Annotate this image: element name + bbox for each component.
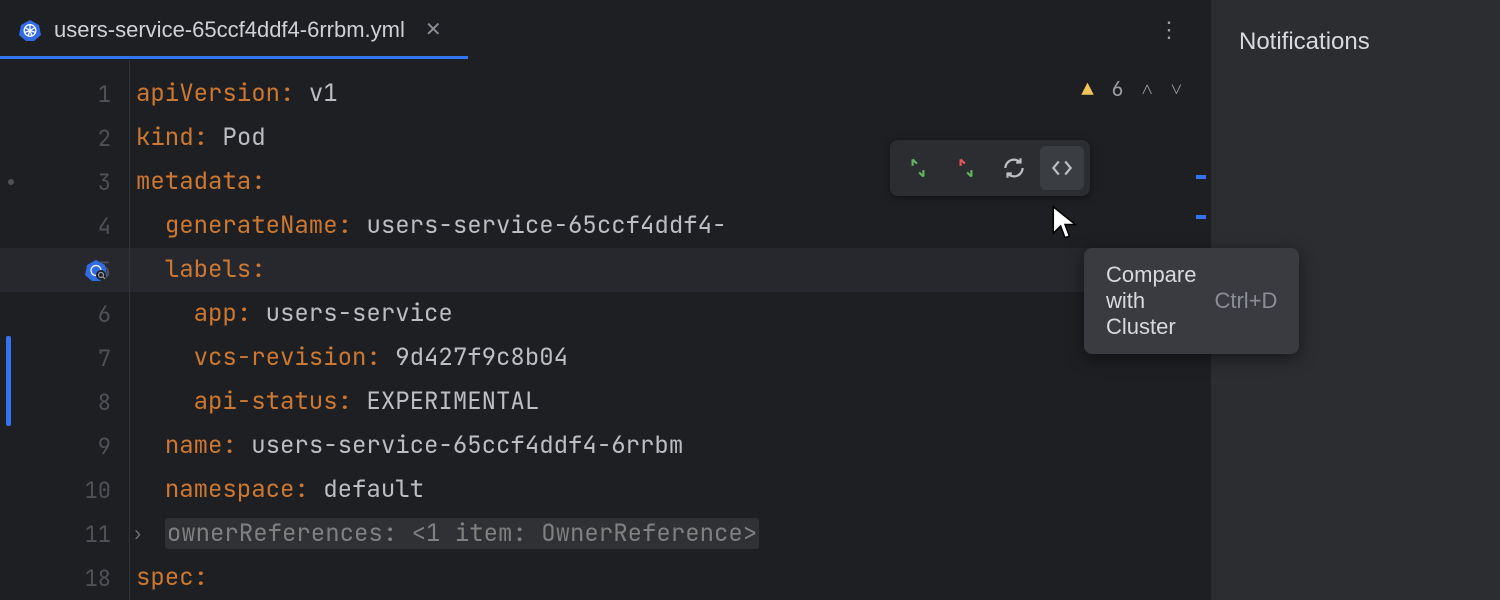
yaml-key: generateName [165,210,338,241]
code-line[interactable]: vcs-revision: 9d427f9c8b04 [130,336,1210,380]
line-number: 7 [98,344,111,373]
line-number: 3 [98,168,111,197]
code-area[interactable]: apiVersion: v1 kind: Pod metadata: gener… [130,60,1210,600]
tab-more-menu[interactable]: ⋮ [1146,9,1194,51]
yaml-key: namespace [165,474,295,505]
yaml-value: default [323,474,424,505]
gutter-line[interactable]: 9 [0,424,129,468]
code-line[interactable]: generateName: users-service-65ccf4ddf4- [130,204,1210,248]
code-line[interactable]: spec: [130,556,1210,600]
gutter: 1 2 3 4 5 6 7 8 9 10 11› 18 [0,60,130,600]
yaml-key: apiVersion [136,78,280,109]
yaml-key: name [165,430,223,461]
scroll-mark [1196,215,1206,219]
gutter-line[interactable]: 4 [0,204,129,248]
inspection-widget[interactable]: ▲ 6 ˄ ˅ [1081,76,1182,102]
code-line[interactable]: apiVersion: v1 [130,72,1210,116]
gutter-line[interactable]: 3 [0,160,129,204]
refresh-button[interactable] [992,146,1036,190]
kubernetes-line-icon[interactable] [84,258,108,282]
gutter-line[interactable]: 1 [0,72,129,116]
gutter-line[interactable]: 5 [0,248,129,292]
close-tab-button[interactable]: ✕ [417,13,450,46]
yaml-key: ownerReferences [167,518,383,549]
pull-from-cluster-button[interactable] [944,146,988,190]
chevron-up-icon[interactable]: ˄ [1141,76,1152,102]
yaml-value: v1 [309,78,338,109]
code-line[interactable]: ownerReferences: <1 item: OwnerReference… [130,512,1210,556]
yaml-key: app [194,298,237,329]
code-line[interactable]: api-status: EXPERIMENTAL [130,380,1210,424]
tab-filename: users-service-65ccf4ddf4-6rrbm.yml [54,17,405,43]
gutter-line[interactable]: 6 [0,292,129,336]
gutter-line[interactable]: 2 [0,116,129,160]
mouse-cursor-icon [1050,204,1080,247]
tooltip-label: Compare with Cluster [1106,262,1196,340]
gutter-line[interactable]: 10 [0,468,129,512]
yaml-value: Pod [222,122,265,153]
tooltip: Compare with Cluster Ctrl+D [1084,248,1299,354]
code-line[interactable]: app: users-service [130,292,1210,336]
scroll-mark [1196,175,1206,179]
kubernetes-toolbar [890,140,1090,196]
yaml-collapsed[interactable]: <1 item: OwnerReference> [412,518,758,549]
push-to-cluster-button[interactable] [896,146,940,190]
breakpoint-dot [8,179,14,185]
line-number: 10 [85,476,111,505]
tooltip-shortcut: Ctrl+D [1214,288,1277,314]
yaml-key: labels [165,254,251,285]
yaml-value: users-service-65ccf4ddf4- [366,210,726,241]
gutter-line[interactable]: 18 [0,556,129,600]
yaml-key: metadata [136,166,251,197]
yaml-key: api-status [194,386,338,417]
gutter-line[interactable]: 8 [0,380,129,424]
yaml-key: spec [136,562,194,593]
compare-with-cluster-button[interactable] [1040,146,1084,190]
chevron-down-icon[interactable]: ˅ [1171,76,1182,102]
editor-area: users-service-65ccf4ddf4-6rrbm.yml ✕ ⋮ 1… [0,0,1210,600]
code-line[interactable]: namespace: default [130,468,1210,512]
gutter-line[interactable]: 11› [0,512,129,556]
yaml-value: 9d427f9c8b04 [395,342,568,373]
yaml-value: EXPERIMENTAL [366,386,539,417]
code-line[interactable]: name: users-service-65ccf4ddf4-6rrbm [130,424,1210,468]
yaml-key: vcs-revision [194,342,367,373]
gutter-line[interactable]: 7 [0,336,129,380]
notifications-title: Notifications [1239,28,1472,56]
line-number: 6 [98,300,111,329]
kubernetes-icon [18,18,42,42]
yaml-value: users-service [266,298,453,329]
line-number: 11 [85,520,111,549]
line-number: 4 [98,212,111,241]
file-tab[interactable]: users-service-65ccf4ddf4-6rrbm.yml ✕ [0,0,468,59]
line-number: 8 [98,388,111,417]
warning-icon: ▲ [1081,76,1093,102]
code-line[interactable]: labels: [130,248,1210,292]
line-number: 18 [85,564,111,593]
line-number: 9 [98,432,111,461]
yaml-key: kind [136,122,194,153]
yaml-value: users-service-65ccf4ddf4-6rrbm [251,430,683,461]
editor-body: 1 2 3 4 5 6 7 8 9 10 11› 18 apiVersion: … [0,60,1210,600]
line-number: 1 [98,80,111,109]
line-number: 2 [98,124,111,153]
tab-bar: users-service-65ccf4ddf4-6rrbm.yml ✕ ⋮ [0,0,1210,60]
warning-count: 6 [1111,76,1123,102]
